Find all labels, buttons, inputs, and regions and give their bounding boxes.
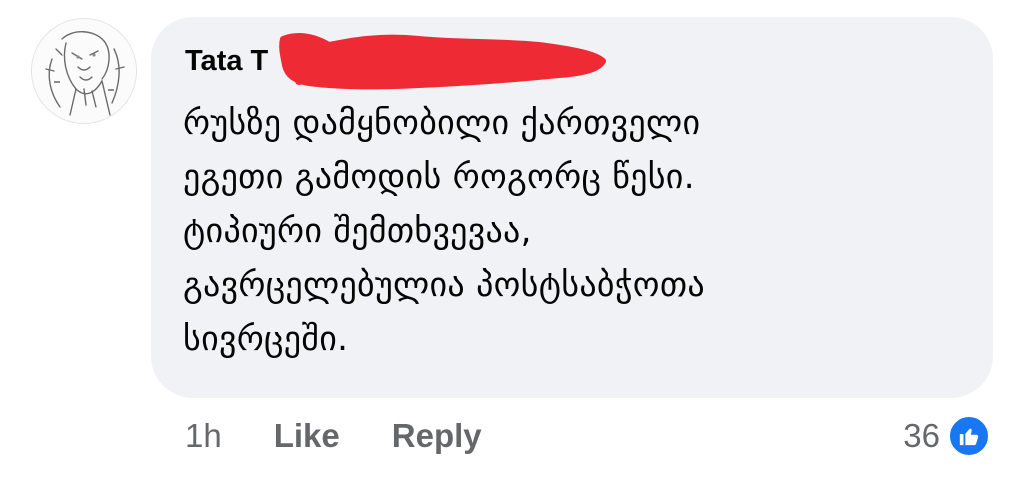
- comment-bubble: Tata T რუსზე დამყნობილი ქართველი ეგეთი გ…: [151, 17, 993, 398]
- comment-line: რუსზე დამყნობილი ქართველი: [183, 103, 701, 143]
- comment-actions: 1h Like Reply: [185, 414, 482, 458]
- comment-timestamp[interactable]: 1h: [185, 417, 222, 455]
- like-button[interactable]: Like: [274, 417, 340, 455]
- sketch-portrait-icon: [32, 19, 136, 123]
- comment-text: რუსზე დამყნობილი ქართველი ეგეთი გამოდის …: [183, 96, 963, 366]
- redaction-scribble: [269, 25, 609, 95]
- avatar[interactable]: [31, 18, 137, 124]
- thumbs-up-icon: [959, 428, 979, 446]
- like-reaction-badge: [948, 415, 990, 457]
- comment-line: ეგეთი გამოდის როგორც წესი.: [183, 157, 695, 197]
- red-scribble-icon: [279, 33, 606, 90]
- reaction-count: 36: [903, 417, 940, 454]
- comment-line: ტიპიური შემთხვევაა,: [183, 211, 532, 251]
- comment-line: სივრცეში.: [183, 319, 349, 359]
- reaction-summary[interactable]: 36: [903, 414, 990, 458]
- comment-author[interactable]: Tata T: [185, 44, 268, 78]
- reply-button[interactable]: Reply: [392, 417, 482, 455]
- comment-line: გავრცელებულია პოსტსაბჭოთა: [183, 265, 705, 305]
